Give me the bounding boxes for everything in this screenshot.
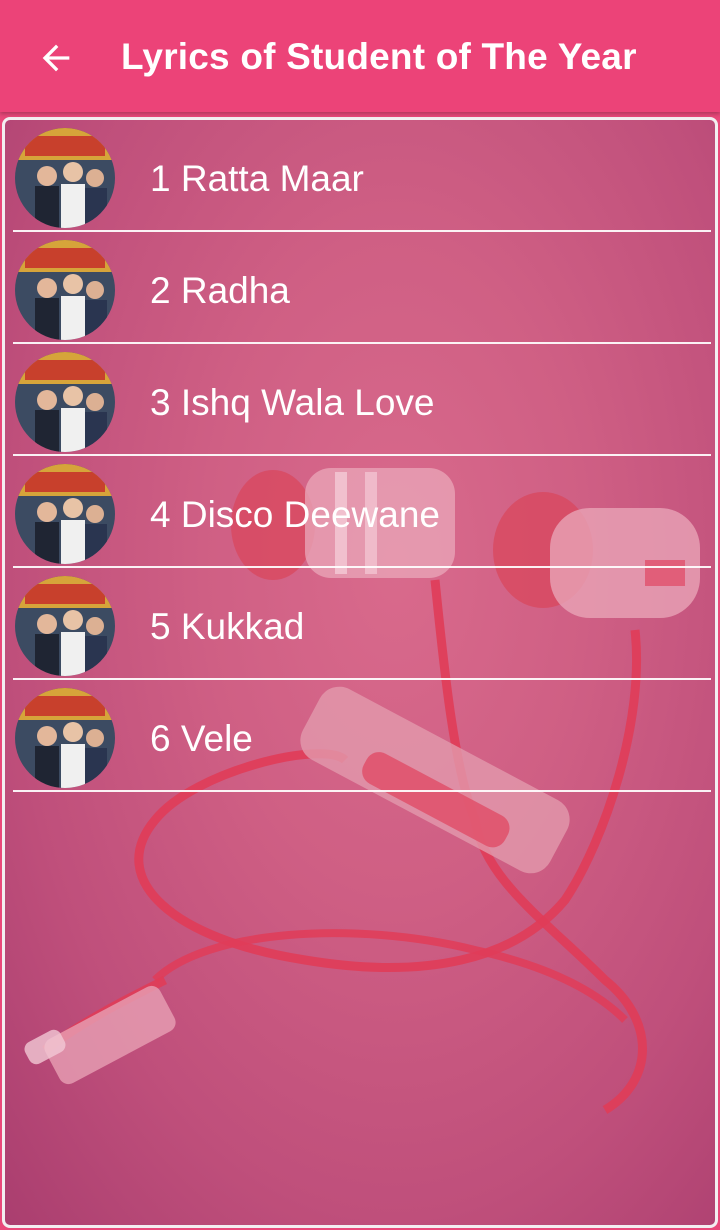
song-list: 1 Ratta Maar 2 Radha 3 Ishq Wala Love 4 … [13, 120, 711, 792]
song-title: 1 Ratta Maar [150, 158, 364, 199]
album-thumbnail [15, 240, 115, 340]
song-title: 2 Radha [150, 270, 290, 311]
album-thumbnail [15, 464, 115, 564]
song-list-panel: 1 Ratta Maar 2 Radha 3 Ishq Wala Love 4 … [2, 117, 718, 1228]
song-title: 6 Vele [150, 718, 253, 759]
album-thumbnail [15, 352, 115, 452]
list-item[interactable]: 5 Kukkad [13, 568, 711, 680]
list-item[interactable]: 2 Radha [13, 232, 711, 344]
song-title: 3 Ishq Wala Love [150, 382, 435, 423]
song-title: 4 Disco Deewane [150, 494, 440, 535]
album-thumbnail [15, 688, 115, 788]
album-thumbnail [15, 576, 115, 676]
back-button[interactable] [24, 26, 88, 90]
album-thumbnail [15, 128, 115, 228]
list-item[interactable]: 1 Ratta Maar [13, 120, 711, 232]
list-item[interactable]: 6 Vele [13, 680, 711, 792]
list-item[interactable]: 3 Ishq Wala Love [13, 344, 711, 456]
app-bar: Lyrics of Student of The Year [0, 0, 720, 112]
page-title: Lyrics of Student of The Year [121, 36, 637, 77]
song-title: 5 Kukkad [150, 606, 305, 647]
list-item[interactable]: 4 Disco Deewane [13, 456, 711, 568]
arrow-left-icon [42, 44, 70, 72]
